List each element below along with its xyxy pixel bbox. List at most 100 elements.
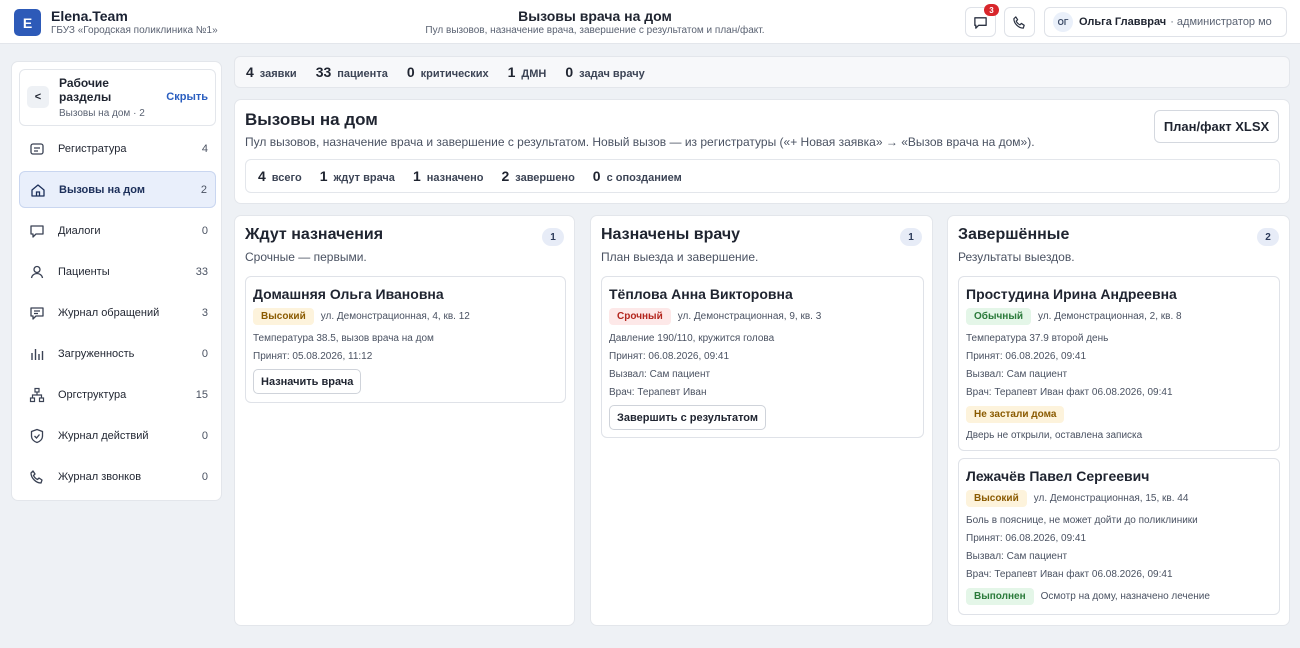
- page-header-card: Вызовы на дом Пул вызовов, назначение вр…: [234, 99, 1290, 204]
- org-icon: [28, 386, 46, 404]
- column-count-badge: 2: [1257, 228, 1279, 246]
- column-subtitle: План выезда и завершение.: [601, 250, 759, 264]
- stat-doctor-tasks: 0 задач врачу: [565, 64, 644, 80]
- user-icon: [28, 263, 46, 281]
- user-role: · администратор мо: [1170, 16, 1272, 28]
- sidebar-item-requests-journal[interactable]: Журнал обращений 3: [19, 294, 216, 331]
- column-assigned: Назначены врачу План выезда и завершение…: [590, 215, 933, 626]
- sidebar-item-count: 33: [195, 265, 208, 278]
- result-badge: Не застали дома: [966, 406, 1065, 423]
- call-button[interactable]: [1004, 7, 1035, 37]
- stat-label: с опозданием: [606, 172, 682, 184]
- stat-label: всего: [271, 172, 302, 184]
- assigned-doctor: Врач: Терапевт Иван факт 06.08.2026, 09:…: [966, 387, 1173, 398]
- sidebar-item-calls-journal[interactable]: Журнал звонков 0: [19, 458, 216, 495]
- sidebar-nav: Регистратура 4 Вызовы на дом 2 Диалоги 0…: [19, 130, 216, 499]
- result-badge: Выполнен: [966, 588, 1034, 605]
- header-subtitle: Пул вызовов, назначение врача, завершени…: [425, 25, 765, 36]
- assigned-doctor: Врач: Терапевт Иван: [609, 387, 707, 398]
- stat-waiting: 1 ждут врача: [320, 168, 395, 184]
- patient-name: Домашняя Ольга Ивановна: [253, 286, 444, 302]
- sidebar-hide-link[interactable]: Скрыть: [166, 91, 208, 103]
- sidebar-subtitle: Вызовы на дом · 2: [59, 108, 145, 119]
- sidebar-item-count: 0: [201, 224, 208, 237]
- sidebar-item-label: Диалоги: [58, 224, 101, 237]
- sidebar-item-org-structure[interactable]: Оргструктура 15: [19, 376, 216, 413]
- registry-icon: [28, 140, 46, 158]
- priority-row: Обычный ул. Демонстрационная, 2, кв. 8: [966, 308, 1182, 325]
- stat-value: 0: [565, 64, 574, 80]
- app-logo[interactable]: E: [14, 9, 41, 36]
- address: ул. Демонстрационная, 2, кв. 8: [1038, 311, 1182, 322]
- sidebar-item-home-visits[interactable]: Вызовы на дом 2: [19, 171, 216, 208]
- complaint: Температура 37.9 второй день: [966, 333, 1109, 344]
- sidebar-item-count: 0: [201, 470, 208, 483]
- complete-with-result-button[interactable]: Завершить с результатом: [609, 405, 767, 430]
- page-description: Пул вызовов, назначение врача и завершен…: [245, 135, 1035, 149]
- sidebar-header: < Рабочие разделы Вызовы на дом · 2 Скры…: [19, 69, 216, 126]
- sidebar-item-count: 0: [201, 347, 208, 360]
- bar-chart-icon: [28, 345, 46, 363]
- address: ул. Демонстрационная, 4, кв. 12: [320, 311, 470, 322]
- sidebar-item-workload[interactable]: Загруженность 0: [19, 335, 216, 372]
- column-title: Завершённые: [958, 226, 1070, 243]
- column-count-badge: 1: [542, 228, 564, 246]
- priority-badge: Высокий: [966, 490, 1027, 507]
- assign-doctor-button[interactable]: Назначить врача: [253, 369, 362, 394]
- visit-card[interactable]: Домашняя Ольга Ивановна Высокий ул. Демо…: [245, 276, 566, 403]
- stat-value: 1: [319, 168, 328, 184]
- priority-row: Высокий ул. Демонстрационная, 4, кв. 12: [253, 308, 470, 325]
- sidebar-item-count: 4: [201, 142, 208, 155]
- export-xlsx-button[interactable]: План/факт XLSX: [1154, 110, 1279, 143]
- patient-name: Простудина Ирина Андреевна: [966, 286, 1177, 302]
- stat-label: задач врачу: [579, 68, 645, 80]
- stat-value: 4: [246, 64, 254, 80]
- phone-icon: [28, 468, 46, 486]
- header-title: Вызовы врача на дом: [518, 8, 672, 24]
- journal-icon: [28, 304, 46, 322]
- column-completed: Завершённые Результаты выездов. 2 Просту…: [947, 215, 1290, 626]
- stat-value: 0: [406, 64, 415, 80]
- stat-requests: 4 заявки: [246, 64, 297, 80]
- stat-late: 0 с опозданием: [593, 168, 682, 184]
- column-waiting: Ждут назначения Срочные — первыми. 1 Дом…: [234, 215, 575, 626]
- messages-button[interactable]: 3: [965, 4, 999, 37]
- stat-value: 2: [501, 168, 510, 184]
- priority-badge: Обычный: [966, 308, 1032, 325]
- top-bar: E Elena.Team ГБУЗ «Городская поликлиника…: [0, 0, 1300, 44]
- sidebar-back-button[interactable]: <: [27, 86, 49, 108]
- result-row: Выполнен Осмотр на дому, назначено лечен…: [966, 588, 1210, 605]
- visit-stats-bar: 4 всего 1 ждут врача 1 назначено 2 завершено…: [245, 159, 1280, 193]
- result-note: Дверь не открыли, оставлена записка: [966, 430, 1143, 441]
- sidebar-item-count: 2: [200, 183, 207, 196]
- sidebar-item-registry[interactable]: Регистратура 4: [19, 130, 216, 167]
- sidebar-item-dialogs[interactable]: Диалоги 0: [19, 212, 216, 249]
- patient-name: Тёплова Анна Викторовна: [609, 286, 793, 302]
- brand: Elena.Team ГБУЗ «Городская поликлиника №…: [51, 8, 218, 36]
- message-icon: [974, 16, 987, 29]
- stat-label: заявки: [259, 68, 297, 80]
- sidebar-item-actions-journal[interactable]: Журнал действий 0: [19, 417, 216, 454]
- sidebar-item-patients[interactable]: Пациенты 33: [19, 253, 216, 290]
- avatar: ОГ: [1053, 12, 1073, 32]
- complaint: Давление 190/110, кружится голова: [609, 333, 775, 344]
- stat-value: 1: [412, 168, 421, 184]
- user-menu[interactable]: ОГ Ольга Главврач · администратор мо: [1044, 7, 1287, 37]
- priority-badge: Высокий: [253, 308, 314, 325]
- user-name: Ольга Главврач: [1079, 16, 1167, 28]
- stat-value: 4: [258, 168, 266, 184]
- result-note: Осмотр на дому, назначено лечение: [1040, 591, 1210, 602]
- accepted-time: Принят: 06.08.2026, 09:41: [609, 351, 730, 362]
- sidebar-item-label: Пациенты: [58, 265, 110, 278]
- stat-value: 33: [315, 64, 332, 80]
- stat-critical: 0 критических: [407, 64, 489, 80]
- visit-card[interactable]: Лежачёв Павел Сергеевич Высокий ул. Демо…: [958, 458, 1280, 615]
- sidebar-title: Рабочие разделы: [59, 76, 112, 104]
- sidebar-item-label: Журнал звонков: [58, 470, 142, 483]
- address: ул. Демонстрационная, 15, кв. 44: [1033, 493, 1189, 504]
- visit-card[interactable]: Простудина Ирина Андреевна Обычный ул. Д…: [958, 276, 1280, 451]
- visit-card[interactable]: Тёплова Анна Викторовна Срочный ул. Демо…: [601, 276, 924, 438]
- sidebar: < Рабочие разделы Вызовы на дом · 2 Скры…: [11, 61, 222, 501]
- priority-row: Срочный ул. Демонстрационная, 9, кв. 3: [609, 308, 821, 325]
- sidebar-item-count: 0: [201, 429, 208, 442]
